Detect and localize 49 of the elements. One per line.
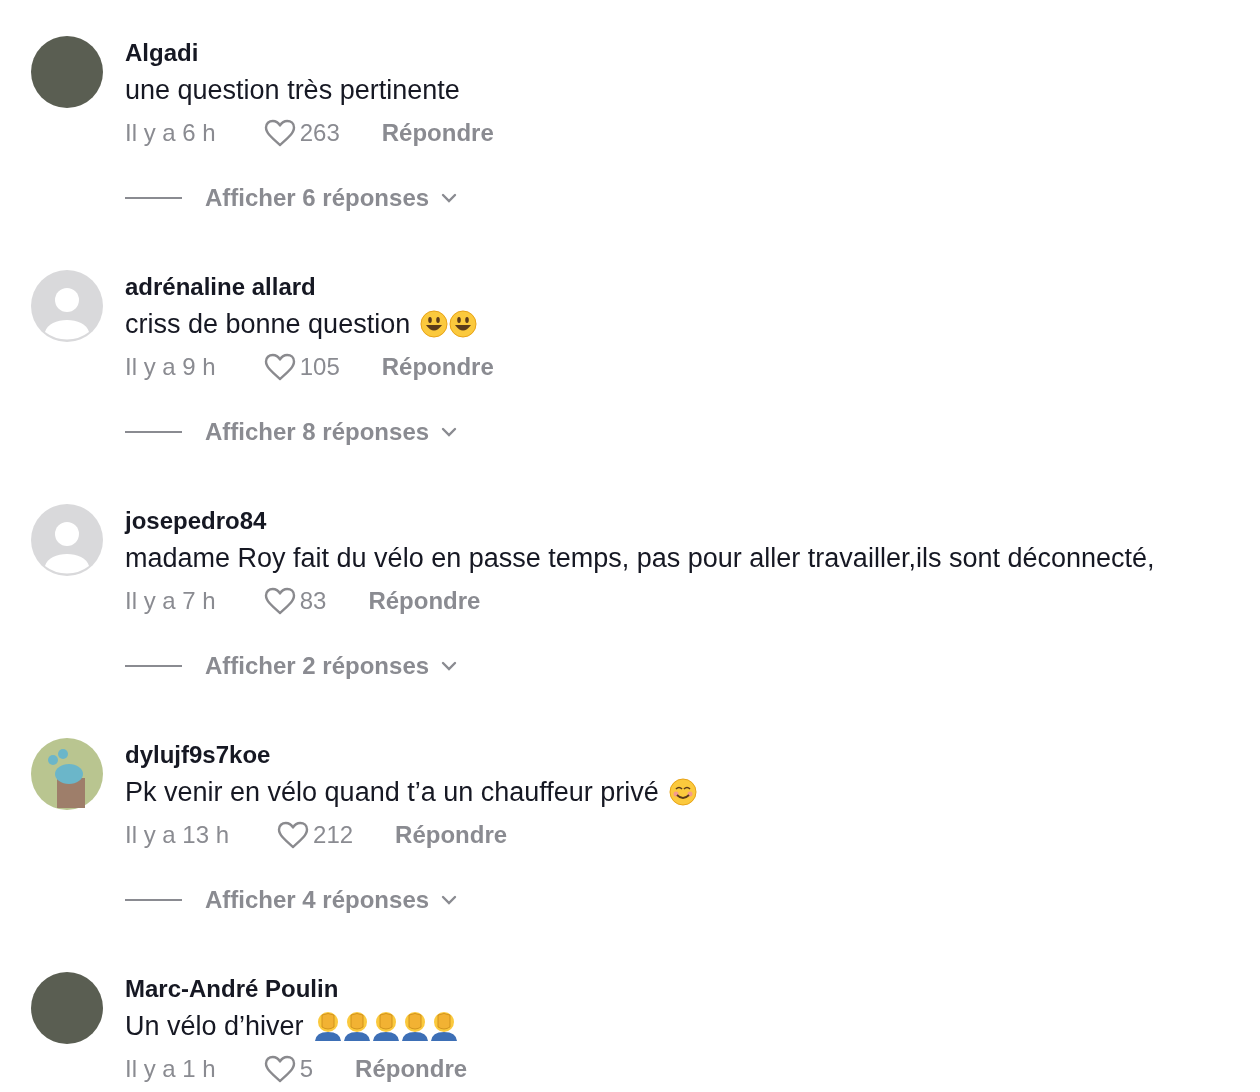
reply-button[interactable]: Répondre	[395, 817, 508, 853]
view-replies-button[interactable]: Afficher 2 réponses	[205, 648, 458, 684]
facepalm-icon	[342, 1011, 371, 1041]
timestamp: Il y a 13 h	[125, 820, 230, 850]
facepalm-icon	[313, 1011, 342, 1041]
heart-icon[interactable]	[277, 821, 310, 849]
heart-icon[interactable]	[263, 353, 296, 381]
chevron-down-icon	[441, 193, 458, 203]
facepalm-icon	[371, 1011, 400, 1041]
like-count: 105	[299, 352, 340, 382]
facepalm-icon	[429, 1011, 458, 1041]
comment-text: une question très pertinente	[125, 73, 460, 107]
like-count: 212	[313, 820, 354, 850]
default-avatar-icon	[31, 270, 103, 342]
heart-icon[interactable]	[263, 587, 296, 615]
view-replies-button[interactable]: Afficher 6 réponses	[205, 180, 458, 216]
grinning-face-icon	[449, 310, 478, 338]
chevron-down-icon	[441, 661, 458, 671]
chevron-down-icon	[441, 895, 458, 905]
timestamp: Il y a 1 h	[125, 1054, 216, 1084]
view-replies-button[interactable]: Afficher 4 réponses	[205, 882, 458, 918]
reply-button[interactable]: Répondre	[368, 583, 481, 619]
comment-text: Un vélo d’hiver	[125, 1009, 304, 1043]
reply-button[interactable]: Répondre	[381, 349, 494, 385]
comment-text: madame Roy fait du vélo en passe temps, pas pour aller travailler,ils sont déconnecté,	[125, 541, 1155, 575]
like-count: 83	[299, 586, 327, 616]
heart-icon[interactable]	[263, 1055, 296, 1083]
username[interactable]: Algadi	[125, 36, 494, 70]
username[interactable]: josepedro84	[125, 504, 1155, 538]
username[interactable]: adrénaline allard	[125, 270, 494, 304]
timestamp: Il y a 7 h	[125, 586, 216, 616]
like-count: 263	[299, 118, 340, 148]
view-replies-button[interactable]: Afficher 8 réponses	[205, 414, 458, 450]
facepalm-icon	[400, 1011, 429, 1041]
grinning-face-icon	[420, 310, 449, 338]
chevron-down-icon	[441, 427, 458, 437]
timestamp: Il y a 6 h	[125, 118, 216, 148]
cartoon-avatar-icon	[31, 738, 103, 810]
reply-button[interactable]: Répondre	[381, 115, 494, 151]
timestamp: Il y a 9 h	[125, 352, 216, 382]
reply-button[interactable]: Répondre	[355, 1051, 468, 1087]
comment-text: Pk venir en vélo quand t’a un chauffeur privé	[125, 775, 659, 809]
username[interactable]: Marc-André Poulin	[125, 972, 468, 1006]
like-count: 5	[299, 1054, 314, 1084]
default-avatar-icon	[31, 504, 103, 576]
username[interactable]: dylujf9s7koe	[125, 738, 697, 772]
heart-icon[interactable]	[263, 119, 296, 147]
comment-text: criss de bonne question	[125, 307, 411, 341]
smiling-face-icon	[668, 778, 697, 806]
